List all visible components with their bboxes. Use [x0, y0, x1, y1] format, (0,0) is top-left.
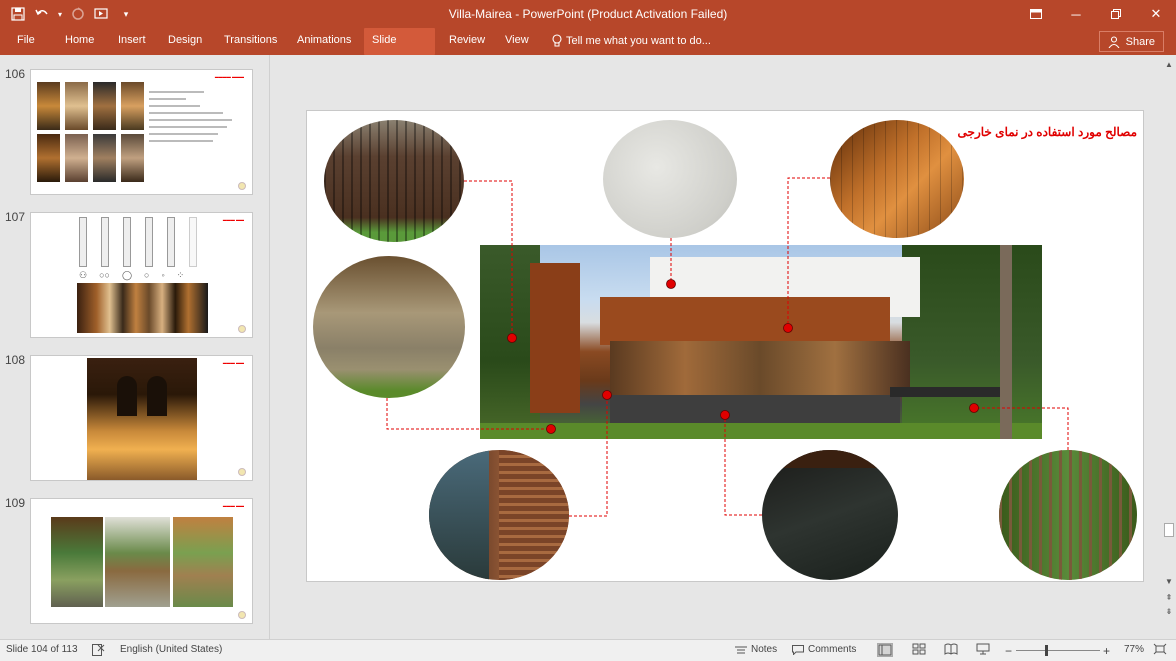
connector-bamboo: [974, 407, 1069, 450]
tab-view[interactable]: View: [497, 28, 537, 55]
normal-view-icon[interactable]: [877, 643, 893, 657]
connector-lines: [386, 177, 1069, 517]
thumbnail-column-sections: ⚇ ○○ ◯ ○ ◦ ⁘: [79, 270, 185, 280]
thumbnail-slide-107[interactable]: 107 ▬▬▬ ▬▬ ⚇ ○○ ◯ ○ ◦ ⁘: [0, 210, 262, 340]
zoom-level[interactable]: 77%: [1124, 644, 1144, 655]
tab-file[interactable]: File: [9, 28, 43, 55]
reading-view-icon[interactable]: [944, 643, 960, 657]
thumbnail-preview: ▬▬▬▬ ▬▬▬: [30, 69, 253, 195]
close-icon[interactable]: ✕: [1136, 0, 1176, 28]
fit-slide-icon[interactable]: [1153, 643, 1169, 657]
connector-stone: [386, 398, 551, 430]
previous-slide-icon[interactable]: ⇞: [1164, 593, 1174, 603]
thumbnail-photo-2: [105, 517, 170, 607]
marker-wood-cladding[interactable]: [783, 323, 793, 333]
tab-transitions[interactable]: Transitions: [216, 28, 285, 55]
scrollbar-thumb[interactable]: [1164, 523, 1174, 537]
ribbon-display-options-icon[interactable]: [1016, 0, 1056, 28]
thumbnail-photo-strip: [77, 283, 208, 333]
marker-plaster[interactable]: [666, 279, 676, 289]
thumbnail-title: ▬▬▬ ▬▬: [222, 360, 244, 365]
slide-editing-area: مصالح مورد استفاده در نمای خارجی: [287, 55, 1162, 639]
comments-label: Comments: [808, 644, 857, 655]
zoom-slider-thumb[interactable]: [1045, 645, 1048, 656]
thumbnail-photo-1: [51, 517, 103, 607]
thumbnail-slide-108[interactable]: 108 ▬▬▬ ▬▬: [0, 353, 262, 483]
zoom-in-icon[interactable]: +: [1103, 644, 1110, 658]
tab-animations[interactable]: Animations: [289, 28, 359, 55]
minimize-icon[interactable]: ─: [1056, 0, 1096, 28]
thumbnail-column-diagrams: [79, 217, 197, 267]
share-button[interactable]: Share: [1098, 31, 1164, 52]
marker-fence[interactable]: [507, 333, 517, 343]
person-icon: [1108, 35, 1120, 48]
tab-slide-show[interactable]: Slide Show: [364, 28, 435, 71]
tab-design[interactable]: Design: [160, 28, 210, 55]
next-slide-icon[interactable]: ⇟: [1164, 607, 1174, 617]
lightbulb-icon: [552, 34, 562, 47]
comment-icon: [792, 644, 804, 655]
language-indicator[interactable]: English (United States): [120, 644, 222, 655]
thumbnail-text-lines: [149, 86, 241, 147]
marker-bamboo[interactable]: [969, 403, 979, 413]
slide-number: 109: [5, 496, 26, 510]
tab-home[interactable]: Home: [57, 28, 102, 55]
thumbnail-title: ▬▬▬ ▬▬: [222, 217, 244, 222]
slide-counter: Slide 104 of 113: [6, 644, 78, 655]
comments-button[interactable]: Comments: [792, 644, 856, 655]
spell-check-icon[interactable]: [92, 644, 105, 659]
marker-wood-slats[interactable]: [602, 390, 612, 400]
restore-icon[interactable]: [1096, 0, 1136, 28]
status-bar: Slide 104 of 113 English (United States)…: [0, 639, 1176, 661]
slide-number: 106: [5, 67, 26, 81]
thumbnail-preview: ▬▬▬ ▬▬ ⚇ ○○ ◯ ○ ◦ ⁘: [30, 212, 253, 338]
thumbnail-photo: [87, 358, 197, 480]
zoom-out-icon[interactable]: −: [1005, 644, 1012, 658]
slide-sorter-icon[interactable]: [912, 643, 928, 657]
notes-label: Notes: [751, 644, 778, 655]
slide-show-view-icon[interactable]: [976, 643, 992, 657]
connector-fence: [464, 180, 513, 338]
marker-stone[interactable]: [546, 424, 556, 434]
slide-number: 107: [5, 210, 26, 224]
share-label: Share: [1125, 35, 1155, 48]
connector-wood-slats: [569, 396, 608, 517]
tell-me-box[interactable]: Tell me what you want to do...: [552, 34, 711, 47]
zoom-slider[interactable]: [1016, 650, 1100, 651]
logo-icon: [238, 611, 246, 619]
thumbnail-slide-109[interactable]: 109 ▬▬▬ ▬▬: [0, 496, 262, 626]
thumbnail-image-grid: [37, 82, 144, 182]
logo-icon: [238, 468, 246, 476]
thumbnail-title: ▬▬▬▬ ▬▬▬: [214, 74, 244, 79]
slide-scrollbar[interactable]: ▲ ▼ ⇞ ⇟: [1162, 55, 1176, 639]
thumbnail-slide-106[interactable]: 106 ▬▬▬▬ ▬▬▬: [0, 67, 262, 197]
notes-icon: [735, 646, 747, 653]
slide-number: 108: [5, 353, 26, 367]
connector-wood-cladding: [787, 177, 830, 327]
notes-button[interactable]: Notes: [735, 644, 777, 655]
ribbon: File Home Insert Design Transitions Anim…: [0, 28, 1176, 71]
tab-review[interactable]: Review: [441, 28, 493, 55]
tab-insert[interactable]: Insert: [110, 28, 154, 55]
thumbnail-title: ▬▬▬ ▬▬: [222, 503, 244, 508]
title-bar: ▾ ▾ Villa-Mairea - PowerPoint (Product A…: [0, 0, 1176, 28]
slide-thumbnail-pane: 106 ▬▬▬▬ ▬▬▬ 107 ▬▬▬ ▬▬ ⚇ ○○ ◯ ○ ◦ ⁘ 108…: [0, 55, 270, 639]
scroll-down-icon[interactable]: ▼: [1164, 577, 1174, 587]
marker-slate[interactable]: [720, 410, 730, 420]
current-slide[interactable]: مصالح مورد استفاده در نمای خارجی: [306, 110, 1144, 582]
scroll-up-icon[interactable]: ▲: [1164, 60, 1174, 70]
logo-icon: [238, 325, 246, 333]
logo-icon: [238, 182, 246, 190]
tell-me-text: Tell me what you want to do...: [566, 34, 711, 47]
thumbnail-preview: ▬▬▬ ▬▬: [30, 355, 253, 481]
connector-slate: [724, 415, 762, 516]
window-title: Villa-Mairea - PowerPoint (Product Activ…: [448, 7, 728, 21]
thumbnail-preview: ▬▬▬ ▬▬: [30, 498, 253, 624]
thumbnail-photo-3: [173, 517, 233, 607]
